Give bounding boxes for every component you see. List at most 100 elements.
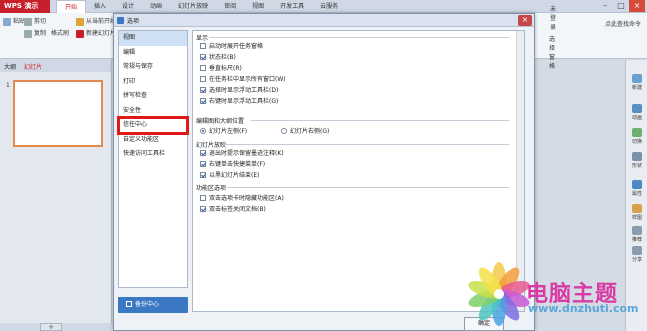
format-painter-label[interactable]: 格式刷 (51, 28, 69, 40)
radio-right-of-slide[interactable]: 幻灯片右侧(G) (281, 126, 329, 135)
add-slide-button[interactable]: + (40, 323, 62, 331)
new-slide-button[interactable]: 新建幻灯片 (76, 28, 116, 40)
task-properties[interactable]: 属性 (626, 180, 647, 197)
nav-item-trust-center[interactable]: 信任中心 (117, 116, 189, 135)
checkbox[interactable] (200, 160, 206, 167)
options-icon (117, 16, 124, 24)
from-current-button[interactable]: 从当前开始 (76, 16, 116, 28)
divider (209, 37, 509, 38)
option-keep-ink[interactable]: 退出时提示保留墨迹注释(K) (200, 148, 284, 157)
tab-slideshow[interactable]: 幻灯片放映 (170, 0, 216, 13)
watermark-url: www.dnzhuti.com (528, 302, 639, 315)
task-recommend[interactable]: 推荐 (626, 226, 647, 243)
checkbox[interactable] (200, 97, 206, 104)
radio-button[interactable] (281, 127, 287, 134)
checkbox[interactable] (200, 149, 206, 156)
properties-icon (632, 180, 642, 189)
new-slide-icon (76, 30, 84, 38)
tab-home[interactable]: 开始 (56, 0, 87, 13)
nav-item-general-save[interactable]: 常规与保存 (119, 60, 187, 75)
edit-group: 剪切 复制 格式刷 (24, 16, 69, 40)
nav-item-quick-access[interactable]: 快速访问工具栏 (119, 147, 187, 162)
nav-item-spellcheck[interactable]: 拼写检查 (119, 89, 187, 104)
cut-button[interactable]: 剪切 (24, 16, 69, 28)
slide-number: 1 (6, 82, 10, 89)
shape-icon (632, 152, 642, 161)
nav-item-print[interactable]: 打印 (119, 75, 187, 90)
backup-center-button[interactable]: 备份中心 (118, 297, 188, 313)
transition-icon (632, 128, 642, 137)
section-ribbon-title: 功能区选项 (196, 185, 227, 192)
copy-button[interactable]: 复制 格式刷 (24, 28, 69, 40)
task-animation[interactable]: 动画 (626, 104, 647, 121)
option-show-taskpane[interactable]: 启动时展开任务窗格 (200, 41, 263, 50)
nav-item-view[interactable]: 视图 (119, 31, 187, 46)
play-icon (76, 18, 84, 26)
copy-icon (24, 30, 32, 38)
checkbox[interactable] (200, 171, 206, 178)
option-float-toolbar-rightclick[interactable]: 右键时显示浮动工具栏(G) (200, 96, 278, 105)
tab-animation[interactable]: 动画 (142, 0, 170, 13)
checkbox[interactable] (200, 194, 206, 201)
option-dblclick-hide-ribbon[interactable]: 双击选项卡时隐藏功能区(A) (200, 193, 284, 202)
option-vertical-ruler[interactable]: 垂直标尺(R) (200, 63, 242, 72)
dialog-title-bar: 选项 (114, 14, 534, 27)
checkbox[interactable] (200, 42, 206, 49)
checkbox[interactable] (200, 86, 206, 93)
tab-developer[interactable]: 开发工具 (272, 0, 312, 13)
window-close-icon[interactable]: × (629, 0, 645, 12)
radio-button[interactable] (200, 127, 206, 134)
tab-view[interactable]: 视图 (244, 0, 272, 13)
nav-item-customize-ribbon[interactable]: 自定义功能区 (119, 133, 187, 148)
share-icon (632, 246, 642, 255)
paste-button[interactable]: 粘贴 (3, 16, 25, 28)
option-rightclick-menu[interactable]: 右键单击快捷菜单(F) (200, 159, 265, 168)
task-template[interactable]: 样图 (626, 204, 647, 221)
app-logo[interactable]: WPS 演示 (0, 0, 50, 13)
tab-insert[interactable]: 插入 (86, 0, 114, 13)
close-icon[interactable]: × (518, 15, 532, 26)
section-thumbnail-title: 编辑图和大纲位置 (196, 118, 245, 125)
recommend-icon (632, 226, 642, 235)
radio-left-of-slide[interactable]: 幻灯片左侧(F) (200, 126, 247, 135)
checkbox[interactable] (200, 64, 206, 71)
ribbon-right: 未登录 点此查找命令 选择窗格 (549, 6, 641, 70)
divider (251, 120, 509, 121)
checkbox[interactable] (200, 53, 206, 60)
backup-icon (126, 301, 132, 307)
select-pane-button[interactable]: 选择窗格 (549, 34, 555, 70)
option-dblclick-close-doc[interactable]: 双击标签关闭文档(B) (200, 204, 266, 213)
animation-icon (632, 104, 642, 113)
options-nav: 视图 编辑 常规与保存 打印 拼写检查 安全性 信任中心 自定义功能区 快速访问… (117, 30, 189, 288)
maximize-icon[interactable]: □ (613, 0, 629, 12)
option-end-black-slide[interactable]: 以黑幻灯片结束(E) (200, 170, 259, 179)
tab-outline[interactable]: 大纲 (4, 62, 16, 71)
scissors-icon (24, 18, 32, 26)
checkbox[interactable] (200, 205, 206, 212)
window-controls: – □ × (597, 0, 645, 12)
new-icon (632, 74, 642, 83)
nav-item-security[interactable]: 安全性 (119, 104, 187, 119)
slide-thumbnail[interactable] (13, 80, 103, 147)
tab-review[interactable]: 审阅 (216, 0, 244, 13)
task-new[interactable]: 新建 (626, 74, 647, 91)
watermark: 电脑主题 www.dnzhuti.com (468, 258, 646, 328)
tab-design[interactable]: 设计 (114, 0, 142, 13)
nav-item-edit[interactable]: 编辑 (119, 46, 187, 61)
paste-icon (3, 18, 11, 26)
minimize-icon[interactable]: – (597, 0, 613, 12)
flower-logo-icon (468, 262, 530, 326)
option-all-windows-taskbar[interactable]: 在任务栏中显示所有窗口(W) (200, 74, 286, 83)
tab-slides[interactable]: 幻灯片 (24, 62, 42, 71)
clipboard-group: 粘贴 (3, 16, 25, 28)
find-command[interactable]: 点此查找命令 (605, 19, 641, 28)
tab-cloud[interactable]: 云服务 (312, 0, 346, 13)
checkbox[interactable] (200, 75, 206, 82)
slide-pane-tabs: 大纲 幻灯片 (0, 60, 111, 72)
option-float-toolbar-select[interactable]: 选择时显示浮动工具栏(D) (200, 85, 278, 94)
task-transition[interactable]: 切换 (626, 128, 647, 145)
divider (223, 144, 509, 145)
user-login[interactable]: 未登录 (550, 4, 556, 31)
option-status-bar[interactable]: 状态栏(B) (200, 52, 236, 61)
task-shape[interactable]: 形状 (626, 152, 647, 169)
